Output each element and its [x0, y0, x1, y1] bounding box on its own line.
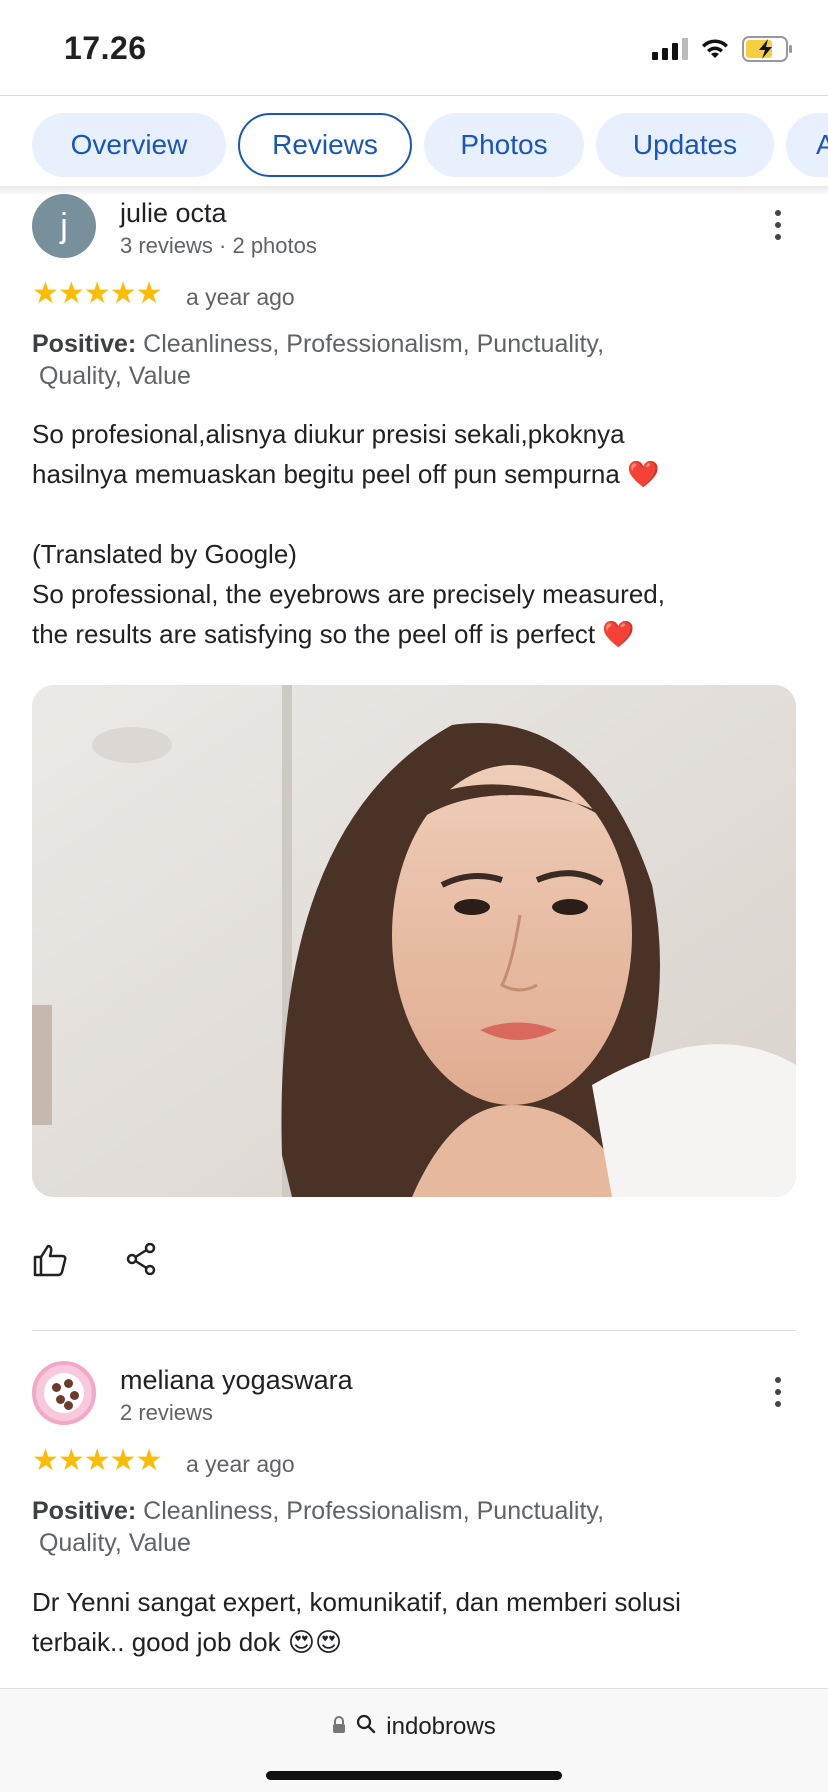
star-rating: ★★★★★: [32, 1444, 162, 1477]
review-time: a year ago: [186, 1451, 295, 1477]
review-line: hasilnya memuaskan begitu peel off pun s…: [32, 459, 620, 489]
positive-label: Positive:: [32, 1497, 137, 1525]
home-indicator[interactable]: [266, 1771, 562, 1780]
positive-items: Cleanliness, Professionalism, Punctualit…: [143, 330, 605, 358]
review-time: a year ago: [186, 284, 295, 310]
star-rating: ★★★★★: [32, 277, 162, 310]
positive-items-2: Quality, Value: [38, 362, 191, 390]
review-line: the results are satisfying so the peel o…: [32, 619, 596, 649]
status-bar: 17.26: [0, 0, 828, 96]
address-bar[interactable]: indobrows: [0, 1713, 828, 1741]
review-line: So professional, the eyebrows are precis…: [32, 579, 665, 609]
review-actions: [32, 1242, 232, 1283]
status-icons: [652, 36, 794, 62]
browser-bottom-bar: indobrows: [0, 1688, 828, 1792]
cellular-signal-icon: [652, 38, 688, 60]
tab-about[interactable]: A: [786, 113, 828, 177]
avatar[interactable]: [32, 1361, 96, 1425]
review-line: So profesional,alisnya diukur presisi se…: [32, 419, 625, 449]
place-tabs: Overview Reviews Photos Updates A: [0, 113, 828, 179]
tab-updates[interactable]: Updates: [596, 113, 774, 177]
review-text-translated: (Translated by Google) So professional, …: [32, 534, 772, 654]
review-divider: [32, 1330, 796, 1331]
positive-attributes: Positive: Cleanliness, Professionalism, …: [32, 328, 732, 392]
reviewer-meta: 2 reviews: [120, 1400, 213, 1425]
positive-items-2: Quality, Value: [38, 1529, 191, 1557]
more-options-icon[interactable]: [774, 210, 782, 240]
review-line: Dr Yenni sangat expert, komunikatif, dan…: [32, 1587, 681, 1617]
share-icon[interactable]: [126, 1242, 156, 1280]
status-time: 17.26: [64, 30, 147, 66]
reviewer-meta: 3 reviews · 2 photos: [120, 233, 317, 258]
reviewer-name[interactable]: julie octa: [120, 198, 227, 229]
positive-label: Positive:: [32, 330, 137, 358]
review-photo[interactable]: [32, 685, 796, 1197]
like-icon[interactable]: [32, 1243, 68, 1282]
wifi-icon: [700, 38, 730, 60]
tab-photos[interactable]: Photos: [424, 113, 584, 177]
more-options-icon[interactable]: [774, 1377, 782, 1407]
avatar[interactable]: j: [32, 194, 96, 258]
reviewer-name[interactable]: meliana yogaswara: [120, 1365, 353, 1396]
positive-items: Cleanliness, Professionalism, Punctualit…: [143, 1497, 605, 1525]
url-text: indobrows: [386, 1713, 496, 1740]
positive-attributes: Positive: Cleanliness, Professionalism, …: [32, 1495, 732, 1559]
search-icon: [356, 1713, 376, 1741]
heart-emoji: ❤️: [627, 459, 660, 489]
tab-reviews[interactable]: Reviews: [238, 113, 412, 177]
translated-note: (Translated by Google): [32, 539, 297, 569]
tab-overview[interactable]: Overview: [32, 113, 226, 177]
review-text: Dr Yenni sangat expert, komunikatif, dan…: [32, 1582, 772, 1662]
header-divider: [0, 95, 828, 96]
heart-emoji: ❤️: [602, 619, 635, 649]
tabs-shadow: [0, 186, 828, 196]
review-line: terbaik.. good job dok: [32, 1627, 281, 1657]
heart-eyes-emoji: 😍😍: [287, 1627, 343, 1657]
battery-charging-icon: [742, 36, 794, 62]
review-text-original: So profesional,alisnya diukur presisi se…: [32, 414, 772, 494]
lock-icon: [332, 1713, 346, 1741]
